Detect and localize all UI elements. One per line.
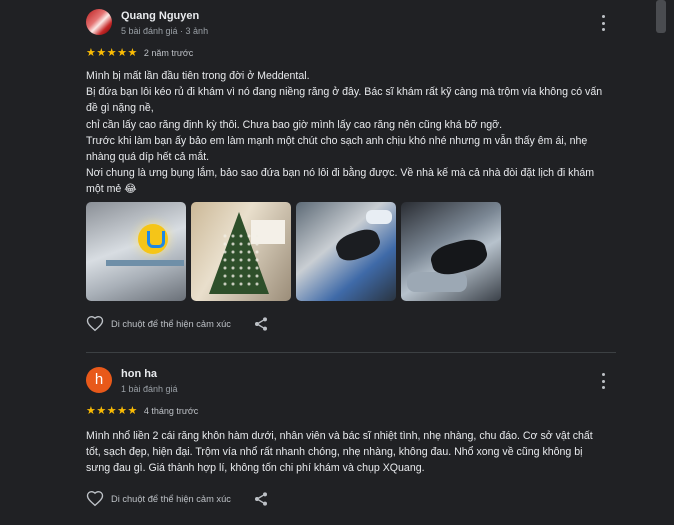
review-date: 4 tháng trước	[143, 405, 199, 416]
review-text: Mình bị mất lần đầu tiên trong đời ở Med…	[86, 70, 603, 196]
reaction-hint: Di chuột để thể hiện cảm xúc	[111, 319, 231, 329]
reviewer-meta: 1 bài đánh giá	[121, 384, 178, 394]
review-divider	[86, 352, 616, 353]
more-options-icon[interactable]	[596, 373, 610, 389]
review-photo[interactable]	[296, 202, 396, 301]
reaction-hint: Di chuột để thể hiện cảm xúc	[111, 494, 231, 504]
scrollbar-thumb[interactable]	[656, 0, 666, 33]
review-photo[interactable]	[401, 202, 501, 301]
heart-icon[interactable]	[86, 315, 104, 333]
heart-icon[interactable]	[86, 490, 104, 508]
review-date: 2 năm trước	[143, 47, 194, 58]
reviewer-name[interactable]: Quang Nguyen	[121, 10, 199, 22]
share-icon[interactable]	[253, 316, 269, 332]
review-actions: Di chuột để thể hiện cảm xúc	[86, 315, 269, 333]
review-text: Mình nhổ liền 2 cái răng khôn hàm dưới, …	[86, 430, 593, 475]
star-rating: ★★★★★	[86, 405, 138, 417]
review-photo[interactable]	[191, 202, 291, 301]
share-icon[interactable]	[253, 491, 269, 507]
review-actions: Di chuột để thể hiện cảm xúc	[86, 490, 269, 508]
rating-row: ★★★★★ 2 năm trước	[86, 46, 193, 59]
review-photos	[86, 202, 501, 301]
avatar[interactable]: h	[86, 367, 112, 393]
review-photo[interactable]	[86, 202, 186, 301]
rating-row: ★★★★★ 4 tháng trước	[86, 404, 198, 417]
star-rating: ★★★★★	[86, 47, 138, 59]
scrollbar[interactable]	[656, 0, 666, 525]
reviewer-name[interactable]: hon ha	[121, 368, 157, 380]
avatar[interactable]	[86, 9, 112, 35]
more-options-icon[interactable]	[596, 15, 610, 31]
reviewer-meta: 5 bài đánh giá · 3 ảnh	[121, 26, 209, 36]
